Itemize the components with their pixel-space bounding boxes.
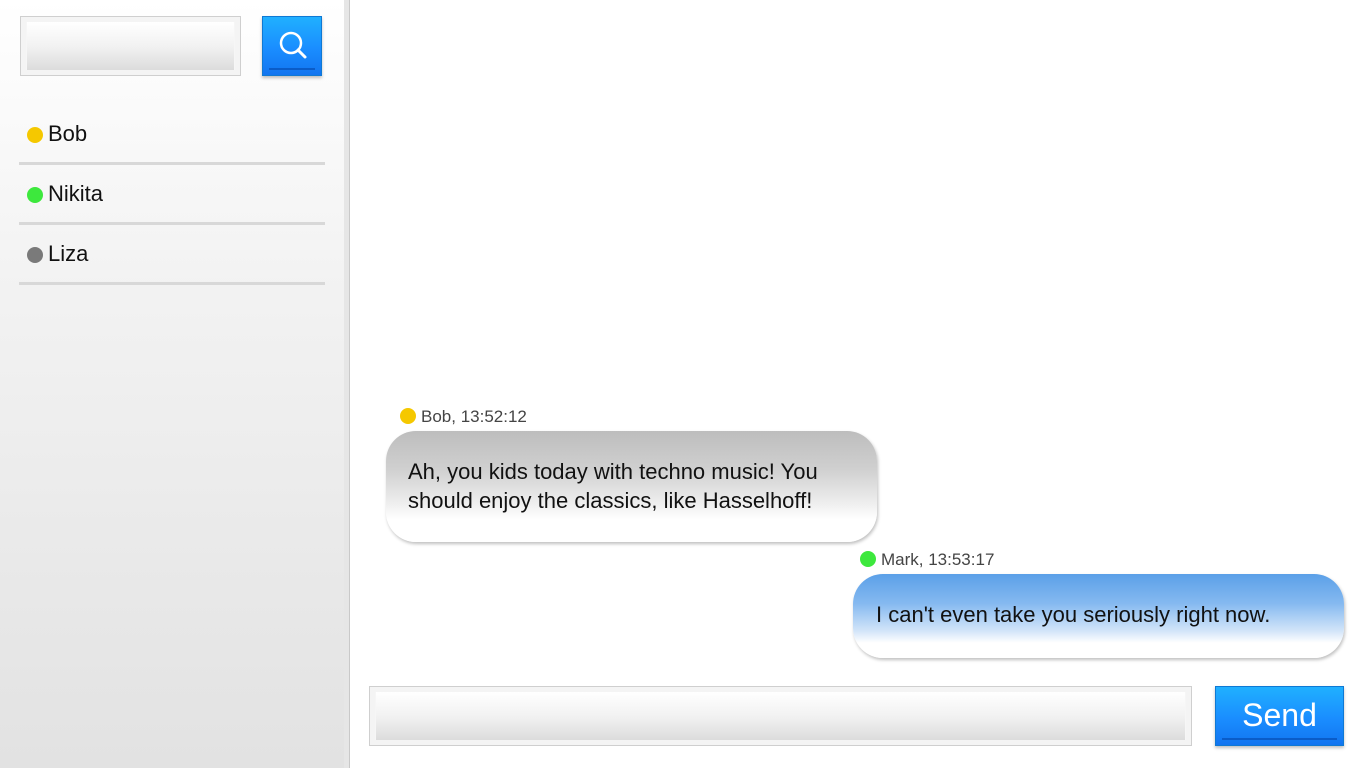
search-input[interactable] <box>27 22 234 70</box>
message-sender-time: Bob, 13:52:12 <box>421 407 527 426</box>
status-dot <box>27 187 43 203</box>
message-meta: Mark, 13:53:17 <box>860 550 994 570</box>
button-underline <box>269 68 315 70</box>
send-button[interactable]: Send <box>1215 686 1344 746</box>
chat-app: Bob Nikita Liza Bob, 13:52:12 Ah, you ki… <box>0 0 1366 768</box>
button-underline <box>1222 738 1337 740</box>
message-text: Ah, you kids today with techno music! Yo… <box>408 459 818 513</box>
contact-item-nikita[interactable]: Nikita <box>19 165 325 225</box>
contact-name: Bob <box>48 121 88 146</box>
sidebar: Bob Nikita Liza <box>0 0 344 768</box>
status-dot <box>27 247 43 263</box>
message-input[interactable] <box>376 692 1185 740</box>
search-box <box>20 16 241 76</box>
search-icon <box>279 31 307 59</box>
status-dot <box>860 551 876 567</box>
contact-name: Nikita <box>48 181 104 206</box>
contact-item-bob[interactable]: Bob <box>19 105 325 165</box>
message-bubble-incoming: Ah, you kids today with techno music! Yo… <box>386 431 877 542</box>
contact-name: Liza <box>48 241 89 266</box>
panel-divider[interactable] <box>344 0 352 768</box>
message-meta: Bob, 13:52:12 <box>400 407 527 427</box>
contact-item-liza[interactable]: Liza <box>19 225 325 285</box>
status-dot <box>27 127 43 143</box>
send-button-label: Send <box>1242 697 1317 733</box>
search-button[interactable] <box>262 16 322 76</box>
compose-box <box>369 686 1192 746</box>
status-dot <box>400 408 416 424</box>
contact-list: Bob Nikita Liza <box>19 105 325 285</box>
message-bubble-outgoing: I can't even take you seriously right no… <box>853 574 1344 658</box>
message-sender-time: Mark, 13:53:17 <box>881 550 995 569</box>
message-text: I can't even take you seriously right no… <box>876 602 1271 627</box>
